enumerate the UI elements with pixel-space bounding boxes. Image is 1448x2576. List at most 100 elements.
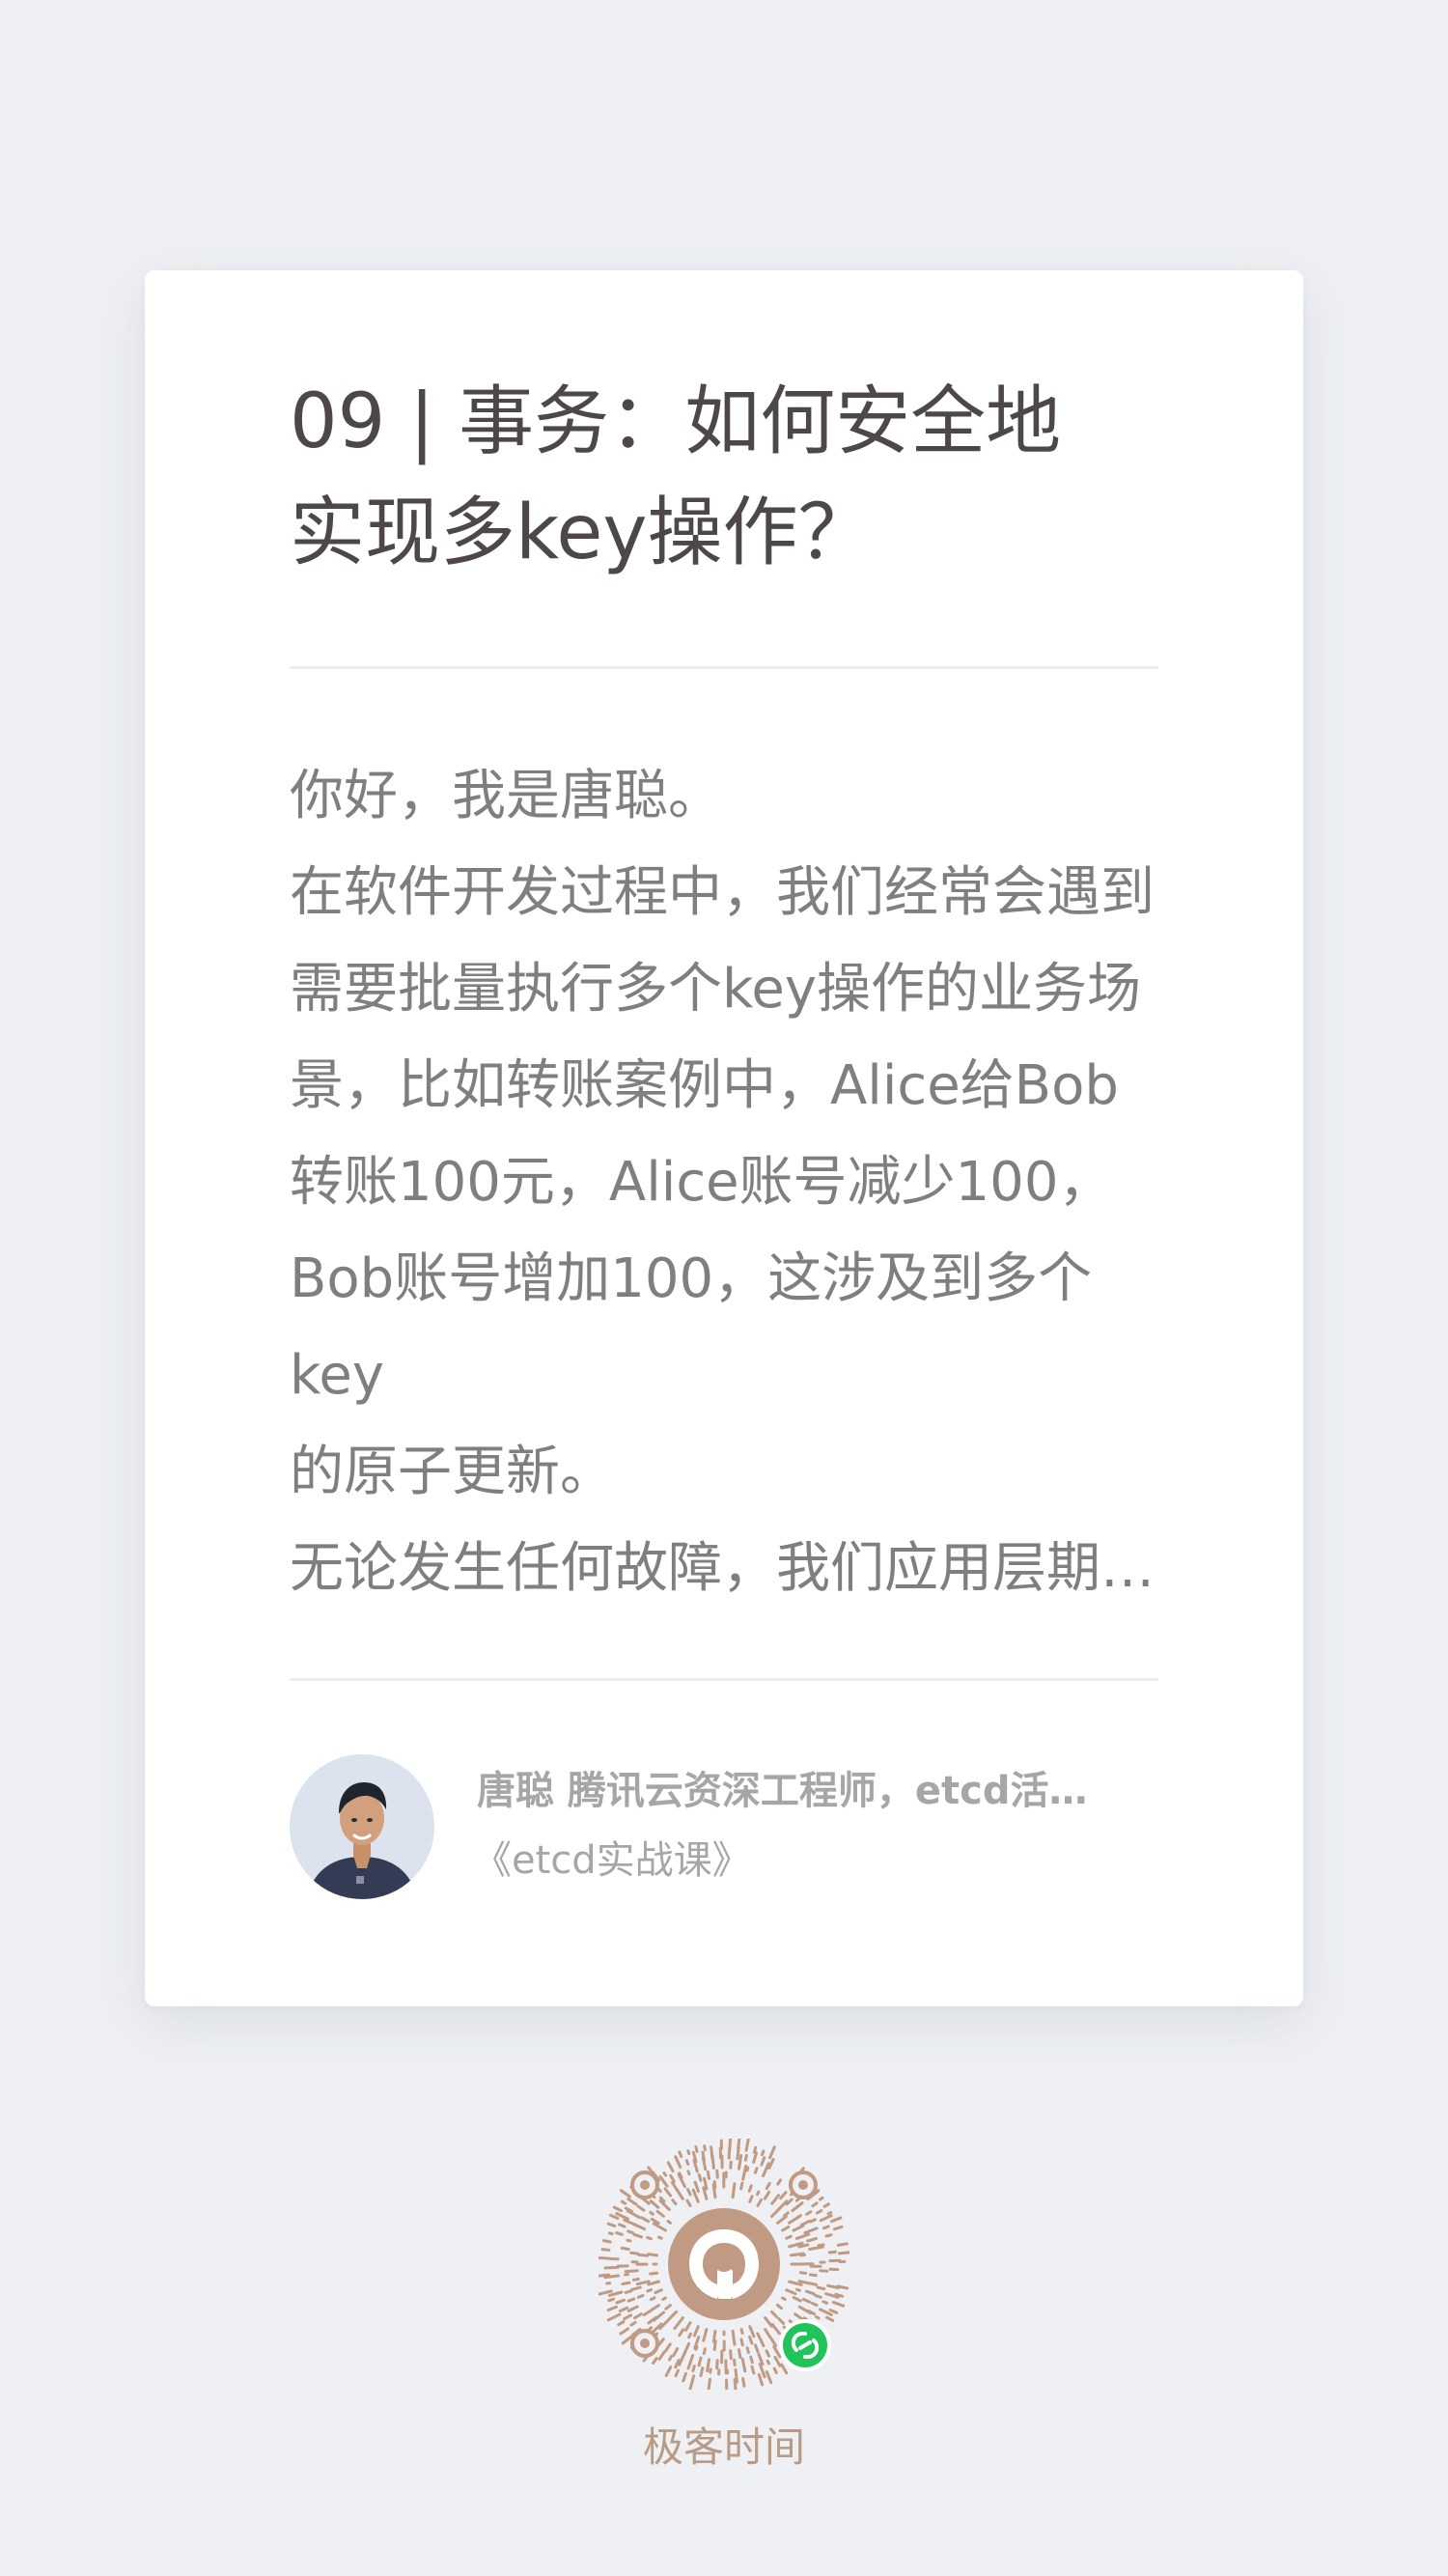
qr-ray xyxy=(827,2250,837,2254)
qr-ray xyxy=(830,2216,843,2224)
qr-ray xyxy=(599,2273,611,2278)
qr-ray xyxy=(666,2220,672,2225)
qr-ray xyxy=(747,2184,753,2193)
qr-ray xyxy=(623,2313,633,2321)
qr-ray xyxy=(688,2374,696,2390)
qr-ray xyxy=(828,2309,839,2314)
qr-ray xyxy=(785,2288,797,2296)
qr-ray xyxy=(757,2352,765,2366)
article-excerpt: 你好，我是唐聪。 在软件开发过程中，我们经常会遇到 需要批量执行多个key操作的… xyxy=(290,765,1155,1600)
qr-ray xyxy=(739,2181,744,2191)
qr-ray xyxy=(702,2347,707,2356)
qr-ray xyxy=(764,2316,773,2328)
qr-ray xyxy=(607,2231,614,2236)
qr-ray xyxy=(756,2198,763,2207)
qr-ray xyxy=(674,2359,681,2369)
qr-ray xyxy=(661,2296,667,2301)
qr-ray xyxy=(655,2209,665,2218)
brand-name: 极客时间 xyxy=(642,2423,805,2471)
qr-ray xyxy=(765,2181,771,2191)
qr-ray xyxy=(752,2145,758,2154)
qr-ray xyxy=(740,2357,747,2373)
qr-ray xyxy=(776,2304,784,2310)
qr-ray xyxy=(684,2321,692,2332)
qr-ray xyxy=(804,2289,816,2296)
author-name-title: 唐聪 腾讯云资深工程师，etcd活… xyxy=(477,1769,1088,1813)
qr-ray xyxy=(761,2149,766,2157)
qr-ray xyxy=(752,2151,758,2164)
qr-ray xyxy=(797,2243,810,2249)
qr-ray xyxy=(649,2296,656,2302)
qr-ray xyxy=(741,2376,746,2388)
qr-ray xyxy=(779,2191,788,2200)
qr-ray xyxy=(739,2328,744,2335)
qr-ray xyxy=(733,2377,738,2390)
qr-ray xyxy=(630,2285,642,2291)
qr-ray xyxy=(606,2305,618,2312)
qr-ray xyxy=(649,2199,660,2209)
qr-ray xyxy=(624,2289,633,2294)
qr-ray xyxy=(834,2292,845,2298)
qr-ray xyxy=(801,2297,812,2304)
qr-ray xyxy=(615,2231,624,2236)
qr-ray xyxy=(822,2225,830,2230)
qr-ray xyxy=(633,2312,643,2320)
qr-ray xyxy=(805,2210,813,2216)
qr-ray xyxy=(672,2347,680,2358)
qr-ray xyxy=(657,2350,666,2361)
qr-ray xyxy=(664,2304,672,2310)
qr-ray xyxy=(637,2253,649,2257)
qr-ray xyxy=(822,2202,830,2208)
qr-ray xyxy=(837,2251,849,2255)
qr-ray xyxy=(836,2284,849,2290)
qr-ray xyxy=(621,2281,631,2286)
qr-ray xyxy=(760,2156,766,2167)
qr-ray xyxy=(618,2306,629,2313)
qr-ray xyxy=(619,2327,629,2336)
qr-ray xyxy=(652,2357,658,2365)
qr-ray xyxy=(794,2232,811,2240)
qr-ray xyxy=(686,2149,691,2156)
qr-ray xyxy=(808,2245,824,2252)
qr-ray xyxy=(674,2155,682,2170)
qr-ray xyxy=(701,2150,706,2162)
qr-ray xyxy=(707,2377,711,2390)
qr-ray xyxy=(737,2139,741,2151)
qr-ray xyxy=(748,2325,756,2338)
qr-ray xyxy=(685,2198,692,2207)
qr-ray xyxy=(739,2338,744,2347)
qr-ray xyxy=(617,2223,627,2228)
qr-ray xyxy=(626,2238,632,2243)
qr-ray xyxy=(684,2159,690,2166)
qr-ray xyxy=(797,2280,811,2285)
qr-ray xyxy=(662,2171,668,2177)
article-share-card: 09 | 事务：如何安全地 实现多key操作？ 你好，我是唐聪。 在软件开发过程… xyxy=(145,270,1303,2006)
qr-ray xyxy=(715,2169,719,2179)
qr-ray xyxy=(809,2218,817,2224)
title-divider xyxy=(290,666,1158,669)
qr-ray xyxy=(815,2209,823,2215)
qr-ray xyxy=(600,2248,611,2252)
qr-ray xyxy=(627,2198,638,2206)
qr-ray xyxy=(715,2359,719,2370)
qr-ray xyxy=(699,2366,705,2378)
qr-ray xyxy=(728,2139,733,2150)
qr-ray xyxy=(608,2213,620,2220)
qr-ray xyxy=(636,2293,645,2299)
qr-ray xyxy=(654,2288,663,2294)
qr-ray xyxy=(712,2339,717,2351)
qr-ray xyxy=(670,2181,680,2193)
qr-ray xyxy=(632,2232,644,2239)
qr-ray xyxy=(743,2153,748,2162)
qr-ray xyxy=(694,2144,699,2153)
qr-ray xyxy=(599,2289,613,2296)
qr-ray xyxy=(795,2214,802,2220)
qr-ray xyxy=(777,2316,786,2325)
qr-ray xyxy=(666,2161,675,2173)
qr-ray xyxy=(806,2237,818,2243)
qr-ray xyxy=(772,2345,782,2359)
qr-ray xyxy=(710,2145,714,2161)
qr-ray xyxy=(770,2194,781,2205)
qr-ray xyxy=(686,2188,692,2197)
qr-ray xyxy=(663,2342,672,2353)
